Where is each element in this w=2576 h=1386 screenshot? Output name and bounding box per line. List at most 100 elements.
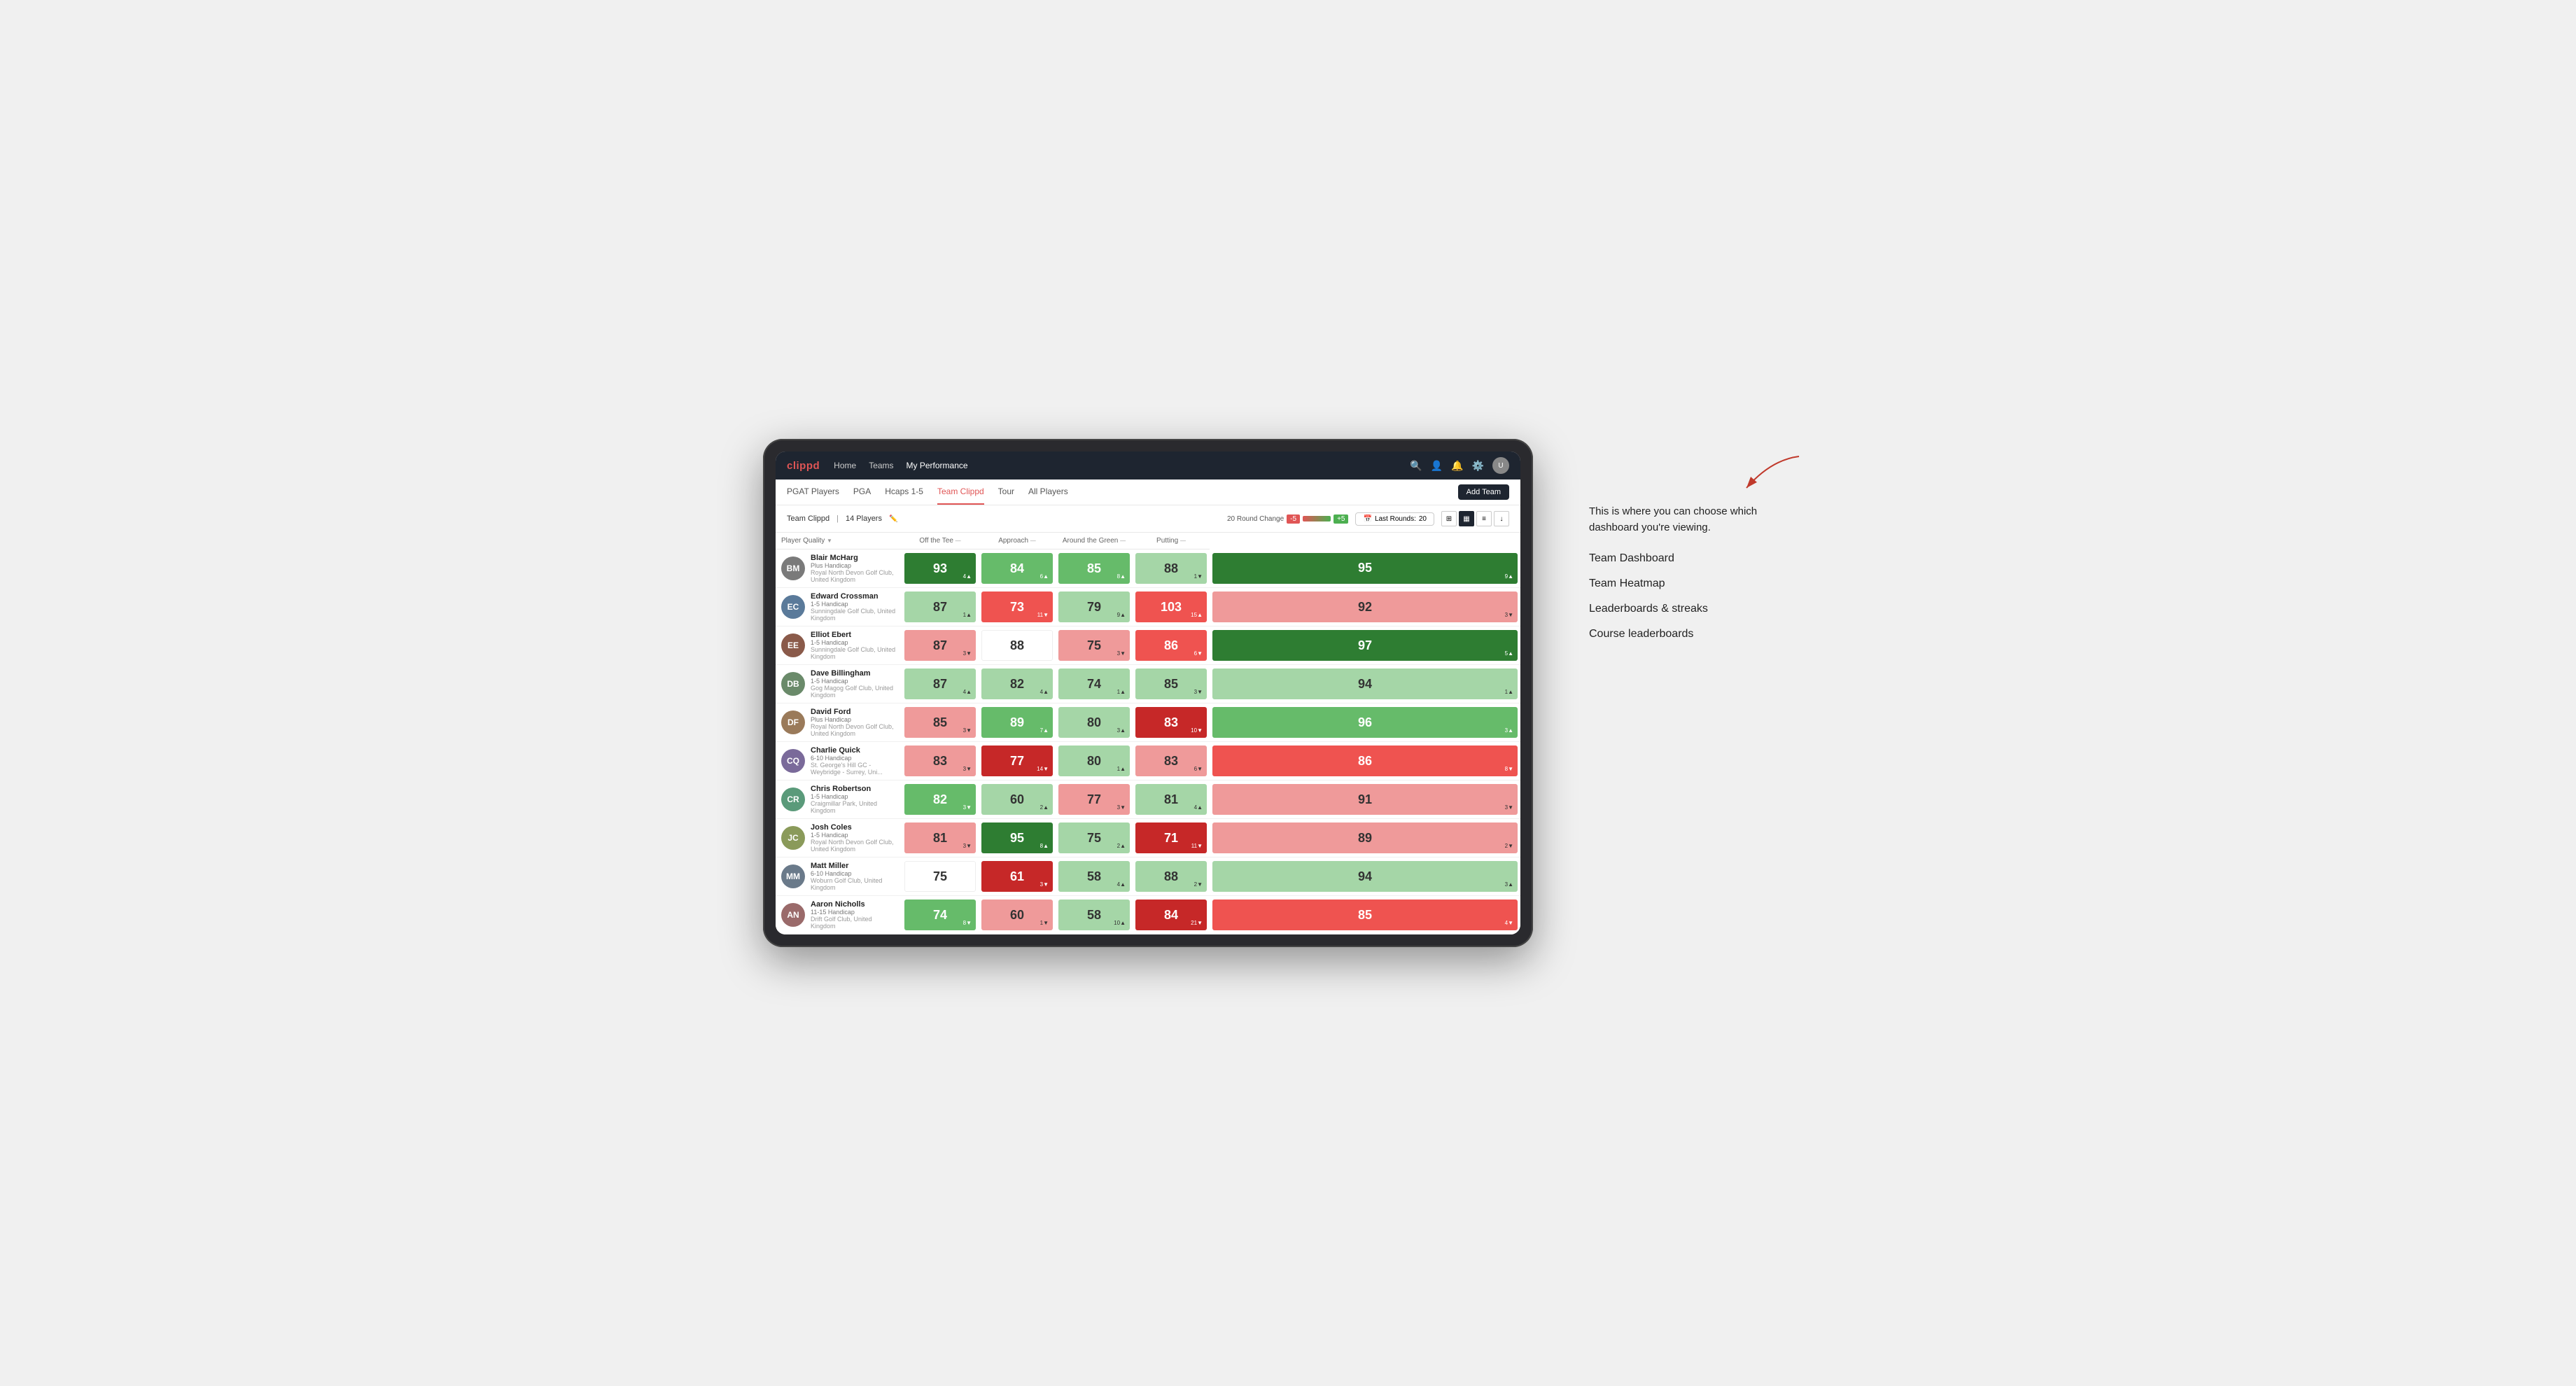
nav-item-teams[interactable]: Teams: [869, 458, 893, 473]
score-change: 4▼: [1505, 920, 1513, 926]
player-name[interactable]: Aaron Nicholls: [811, 900, 896, 909]
last-rounds-label: Last Rounds:: [1375, 515, 1416, 523]
score-change: 3▼: [1505, 612, 1513, 618]
col-player: Player Quality ▼: [776, 533, 902, 550]
score-change: 2▲: [1117, 843, 1126, 849]
player-name[interactable]: Josh Coles: [811, 823, 896, 832]
score-cell-approach: 803▲: [1056, 704, 1133, 742]
score-value: 75: [1087, 831, 1101, 846]
score-value: 87: [933, 638, 947, 653]
nav-item-home[interactable]: Home: [834, 458, 856, 473]
player-name[interactable]: Blair McHarg: [811, 554, 896, 562]
player-name[interactable]: Matt Miller: [811, 862, 896, 870]
score-change: 8▲: [1117, 573, 1126, 580]
player-cell-9: ANAaron Nicholls11-15 HandicapDrift Golf…: [776, 896, 902, 934]
score-value: 85: [1164, 677, 1178, 692]
table-row: CQCharlie Quick6-10 HandicapSt. George's…: [776, 742, 1520, 780]
score-value: 83: [1164, 715, 1178, 730]
score-value: 71: [1164, 831, 1178, 846]
score-change: 6▼: [1194, 650, 1203, 657]
score-value: 94: [1358, 869, 1372, 884]
table-row: MMMatt Miller6-10 HandicapWoburn Golf Cl…: [776, 858, 1520, 896]
score-change: 4▲: [963, 689, 972, 695]
score-change: 1▲: [1505, 689, 1513, 695]
score-change: 7▲: [1040, 727, 1049, 734]
score-change: 1▲: [1117, 766, 1126, 772]
player-cell-2: EEElliot Ebert1-5 HandicapSunningdale Go…: [776, 626, 902, 665]
score-change: 6▼: [1194, 766, 1203, 772]
player-avatar: DF: [781, 710, 805, 734]
table-row: ANAaron Nicholls11-15 HandicapDrift Golf…: [776, 896, 1520, 934]
player-name[interactable]: Dave Billingham: [811, 669, 896, 678]
view-grid-icon[interactable]: ⊞: [1441, 511, 1457, 526]
score-value: 97: [1358, 638, 1372, 653]
player-name[interactable]: Chris Robertson: [811, 785, 896, 793]
player-name[interactable]: Edward Crossman: [811, 592, 896, 601]
nav-team-clippd[interactable]: Team Clippd: [937, 479, 984, 505]
nav-item-myperformance[interactable]: My Performance: [906, 458, 968, 473]
player-avatar: DB: [781, 672, 805, 696]
table-row: ECEdward Crossman1-5 HandicapSunningdale…: [776, 588, 1520, 626]
score-change: 9▲: [1505, 573, 1513, 580]
player-club: Gog Magog Golf Club, United Kingdom: [811, 685, 896, 699]
score-cell-approach: 85 8▲: [1056, 550, 1133, 588]
score-value: 87: [933, 677, 947, 692]
score-change: 6▲: [1040, 573, 1049, 580]
col-approach: Approach —: [979, 533, 1056, 550]
last-rounds-button[interactable]: 📅 Last Rounds: 20: [1355, 512, 1434, 526]
score-cell-approach: 773▼: [1056, 780, 1133, 819]
player-cell-3: DBDave Billingham1-5 HandicapGog Magog G…: [776, 665, 902, 704]
nav-pgat[interactable]: PGAT Players: [787, 479, 839, 505]
nav-tour[interactable]: Tour: [998, 479, 1014, 505]
score-cell-putting: 941▲: [1210, 665, 1520, 704]
settings-icon[interactable]: ⚙️: [1472, 460, 1484, 472]
score-value: 74: [1087, 677, 1101, 692]
menu-option-item[interactable]: Course leaderboards: [1589, 628, 1806, 640]
col-putting: Putting —: [1133, 533, 1210, 550]
avatar[interactable]: U: [1492, 457, 1509, 474]
score-change: 9▲: [1117, 612, 1126, 618]
player-cell-6: CRChris Robertson1-5 HandicapCraigmillar…: [776, 780, 902, 819]
score-change: 2▼: [1505, 843, 1513, 849]
score-cell-player_quality: 853▼: [902, 704, 979, 742]
nav-all-players[interactable]: All Players: [1028, 479, 1068, 505]
score-change: 8▲: [1040, 843, 1049, 849]
table-row: BMBlair McHargPlus HandicapRoyal North D…: [776, 550, 1520, 588]
player-avatar: CQ: [781, 749, 805, 773]
menu-option-item[interactable]: Team Dashboard: [1589, 552, 1806, 565]
search-icon[interactable]: 🔍: [1410, 460, 1422, 472]
player-handicap: 1-5 Handicap: [811, 832, 896, 839]
player-name[interactable]: David Ford: [811, 708, 896, 716]
team-header: Team Clippd | 14 Players ✏️ 20 Round Cha…: [776, 505, 1520, 533]
nav-pga[interactable]: PGA: [853, 479, 871, 505]
player-name[interactable]: Charlie Quick: [811, 746, 896, 755]
menu-option-item[interactable]: Team Heatmap: [1589, 578, 1806, 590]
badge-minus: -5: [1287, 514, 1300, 524]
view-download-icon[interactable]: ↓: [1494, 511, 1509, 526]
score-value: 85: [1087, 561, 1101, 576]
score-cell-player_quality: 871▲: [902, 588, 979, 626]
score-change: 21▼: [1191, 920, 1203, 926]
player-name[interactable]: Elliot Ebert: [811, 631, 896, 639]
add-team-button[interactable]: Add Team: [1458, 484, 1509, 500]
nav-hcaps[interactable]: Hcaps 1-5: [885, 479, 923, 505]
score-change: 3▼: [963, 843, 972, 849]
menu-option-item[interactable]: Leaderboards & streaks: [1589, 603, 1806, 615]
score-value: 74: [933, 908, 947, 923]
table-row: CRChris Robertson1-5 HandicapCraigmillar…: [776, 780, 1520, 819]
player-avatar: EC: [781, 595, 805, 619]
score-value: 103: [1161, 600, 1182, 615]
score-cell-player_quality: 873▼: [902, 626, 979, 665]
person-icon[interactable]: 👤: [1431, 460, 1443, 472]
score-value: 85: [933, 715, 947, 730]
tablet-screen: clippd Home Teams My Performance 🔍 👤 🔔 ⚙…: [776, 451, 1520, 934]
menu-options: Team Dashboard Team Heatmap Leaderboards &…: [1589, 552, 1806, 640]
view-list-icon[interactable]: ≡: [1476, 511, 1492, 526]
player-avatar: AN: [781, 903, 805, 927]
view-heatmap-icon[interactable]: ▦: [1459, 511, 1474, 526]
player-cell-7: JCJosh Coles1-5 HandicapRoyal North Devo…: [776, 819, 902, 858]
main-content: Player Quality ▼ Off the Tee — Approach …: [776, 533, 1520, 934]
edit-icon[interactable]: ✏️: [889, 515, 897, 523]
bell-icon[interactable]: 🔔: [1451, 460, 1463, 472]
score-change: 3▼: [963, 804, 972, 811]
